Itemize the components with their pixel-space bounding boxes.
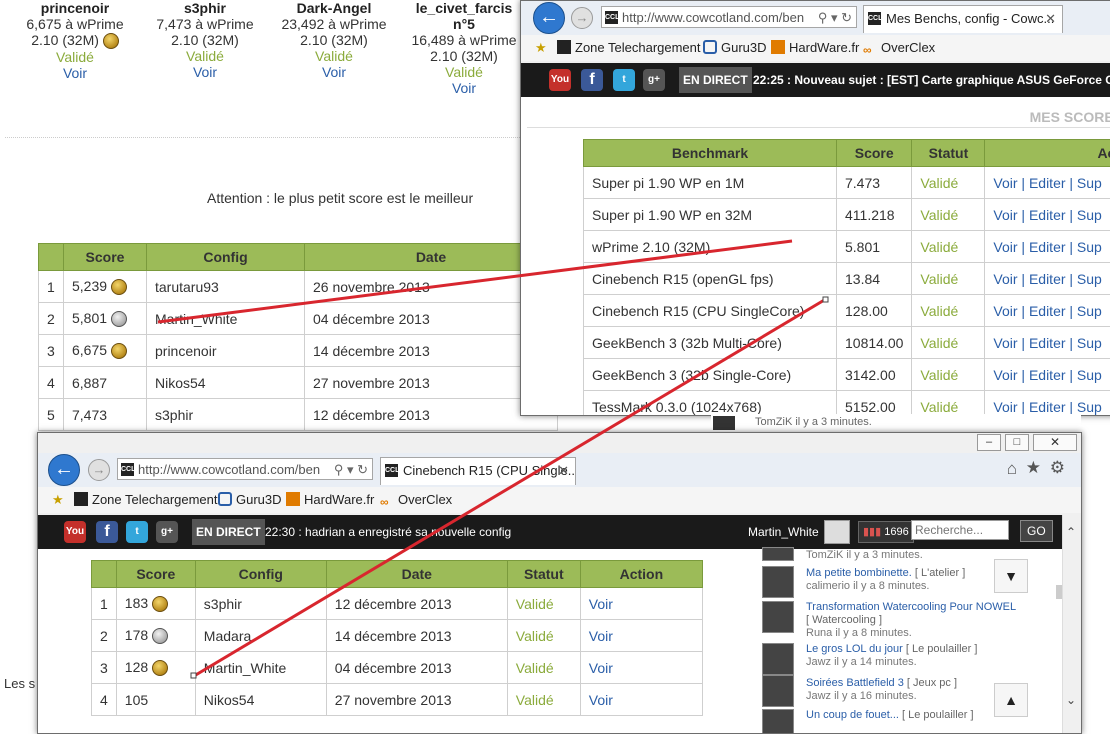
line-endpoint [191, 673, 196, 678]
line-endpoint [823, 297, 828, 302]
red-annotation-line [194, 299, 826, 676]
red-annotation-line [158, 241, 792, 322]
annotation-lines [0, 0, 1110, 726]
